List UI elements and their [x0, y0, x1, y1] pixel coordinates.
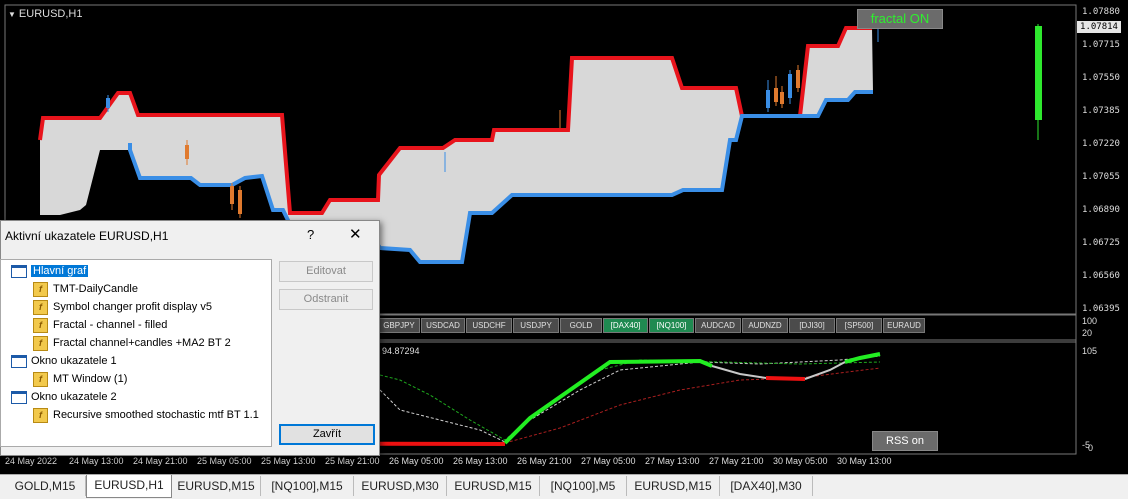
- tree-item-indicator[interactable]: f TMT-DailyCandle: [33, 281, 138, 297]
- time-label: 27 May 21:00: [709, 456, 764, 466]
- indicator-icon: f: [33, 282, 48, 297]
- subwindow-value: 94.87294: [382, 346, 420, 356]
- symbol-button[interactable]: EURAUD: [883, 318, 925, 333]
- window-icon: [11, 355, 27, 368]
- price-label: 1.07715: [1082, 40, 1120, 50]
- tree-item-label: Okno ukazatele 2: [31, 391, 117, 403]
- tree-item-label: Hlavní graf: [31, 265, 89, 277]
- window-icon: [11, 265, 27, 278]
- time-label: 26 May 13:00: [453, 456, 508, 466]
- symbol-button[interactable]: [DJI30]: [789, 318, 835, 333]
- tab-chart[interactable]: EURUSD,M15: [447, 476, 540, 496]
- symbol-button[interactable]: AUDCAD: [695, 318, 741, 333]
- tree-item-indicator[interactable]: f MT Window (1): [33, 371, 127, 387]
- time-label: 25 May 05:00: [197, 456, 252, 466]
- rss-toggle-button[interactable]: RSS on: [872, 431, 938, 451]
- tab-chart[interactable]: EURUSD,M15: [172, 476, 261, 496]
- price-label: 1.07220: [1082, 139, 1120, 149]
- tree-item-label: TMT-DailyCandle: [53, 283, 138, 295]
- tree-item-label: Fractal - channel - filled: [53, 319, 168, 331]
- price-label: 1.06725: [1082, 238, 1120, 248]
- symbol-button[interactable]: USDJPY: [513, 318, 559, 333]
- edit-button[interactable]: Editovat: [279, 261, 373, 282]
- price-label: 1.07055: [1082, 172, 1120, 182]
- symbol-button[interactable]: AUDNZD: [742, 318, 788, 333]
- subwindow-scale-label: 0: [1088, 443, 1094, 453]
- time-label: 24 May 13:00: [69, 456, 124, 466]
- price-label: 1.07880: [1082, 7, 1120, 17]
- tab-chart[interactable]: [DAX40],M30: [720, 476, 813, 496]
- tab-chart[interactable]: GOLD,M15: [5, 476, 86, 496]
- close-button[interactable]: Zavřít: [279, 424, 375, 445]
- tree-item-label: Okno ukazatele 1: [31, 355, 117, 367]
- price-label: 1.06395: [1082, 304, 1120, 314]
- help-icon[interactable]: ?: [307, 227, 314, 242]
- symbol-button[interactable]: GOLD: [560, 318, 602, 333]
- tree-item-window-2[interactable]: Okno ukazatele 2: [11, 389, 117, 405]
- tree-item-indicator[interactable]: f Fractal - channel - filled: [33, 317, 167, 333]
- indicator-icon: f: [33, 372, 48, 387]
- time-label: 30 May 05:00: [773, 456, 828, 466]
- mini-scale-label: 20: [1082, 328, 1093, 338]
- indicator-icon: f: [33, 300, 48, 315]
- time-label: 26 May 05:00: [389, 456, 444, 466]
- fractal-toggle-button[interactable]: fractal ON: [857, 9, 943, 29]
- time-label: 25 May 13:00: [261, 456, 316, 466]
- tree-item-window-1[interactable]: Okno ukazatele 1: [11, 353, 117, 369]
- current-price-label: 1.07814: [1077, 21, 1121, 33]
- symbol-button[interactable]: [DAX40]: [603, 318, 648, 333]
- indicator-icon: f: [33, 336, 48, 351]
- tab-chart[interactable]: EURUSD,M30: [354, 476, 447, 496]
- symbol-button[interactable]: USDCHF: [466, 318, 512, 333]
- close-icon[interactable]: ✕: [349, 225, 362, 243]
- time-label: 30 May 13:00: [837, 456, 892, 466]
- time-label: 25 May 21:00: [325, 456, 380, 466]
- time-label: 27 May 05:00: [581, 456, 636, 466]
- chart-tabs-bar: GOLD,M15 EURUSD,H1 EURUSD,M15 [NQ100],M1…: [0, 474, 1128, 499]
- tree-item-main-chart[interactable]: Hlavní graf: [11, 263, 89, 279]
- tree-item-indicator[interactable]: f Fractal channel+candles +MA2 BT 2: [33, 335, 231, 351]
- price-label: 1.06560: [1082, 271, 1120, 281]
- tree-item-label: Fractal channel+candles +MA2 BT 2: [53, 337, 231, 349]
- time-label: 24 May 21:00: [133, 456, 188, 466]
- subwindow-scale-label: 105: [1082, 346, 1098, 356]
- tab-chart[interactable]: [NQ100],M15: [261, 476, 354, 496]
- time-label: 27 May 13:00: [645, 456, 700, 466]
- tree-item-indicator[interactable]: f Symbol changer profit display v5: [33, 299, 212, 315]
- tab-chart-active[interactable]: EURUSD,H1: [86, 475, 172, 498]
- symbol-button[interactable]: USDCAD: [421, 318, 465, 333]
- mini-scale-label: 100: [1082, 316, 1098, 326]
- tree-item-indicator[interactable]: f Recursive smoothed stochastic mtf BT 1…: [33, 407, 259, 423]
- dialog-title: Aktivní ukazatele EURUSD,H1: [5, 229, 169, 243]
- price-label: 1.06890: [1082, 205, 1120, 215]
- price-label: 1.07385: [1082, 106, 1120, 116]
- time-label: 26 May 21:00: [517, 456, 572, 466]
- window-icon: [11, 391, 27, 404]
- tree-item-label: Symbol changer profit display v5: [53, 301, 212, 313]
- time-label: 24 May 2022: [5, 456, 58, 466]
- tab-chart[interactable]: EURUSD,M15: [627, 476, 720, 496]
- tab-chart[interactable]: [NQ100],M5: [540, 476, 627, 496]
- price-label: 1.07550: [1082, 73, 1120, 83]
- remove-button[interactable]: Odstranit: [279, 289, 373, 310]
- indicator-tree[interactable]: Hlavní graf f TMT-DailyCandle f Symbol c…: [0, 259, 272, 447]
- chart-title: ▼ EURUSD,H1: [8, 8, 83, 20]
- tree-item-label: Recursive smoothed stochastic mtf BT 1.1: [53, 409, 259, 421]
- indicator-icon: f: [33, 318, 48, 333]
- active-indicators-dialog: Aktivní ukazatele EURUSD,H1 ? ✕ Hlavní g…: [0, 220, 380, 456]
- tree-item-label: MT Window (1): [53, 373, 128, 385]
- symbol-button[interactable]: [NQ100]: [649, 318, 694, 333]
- indicator-icon: f: [33, 408, 48, 423]
- symbol-button[interactable]: [SP500]: [836, 318, 882, 333]
- symbol-button[interactable]: GBPJPY: [378, 318, 420, 333]
- dropdown-arrow-icon[interactable]: ▼: [8, 10, 16, 19]
